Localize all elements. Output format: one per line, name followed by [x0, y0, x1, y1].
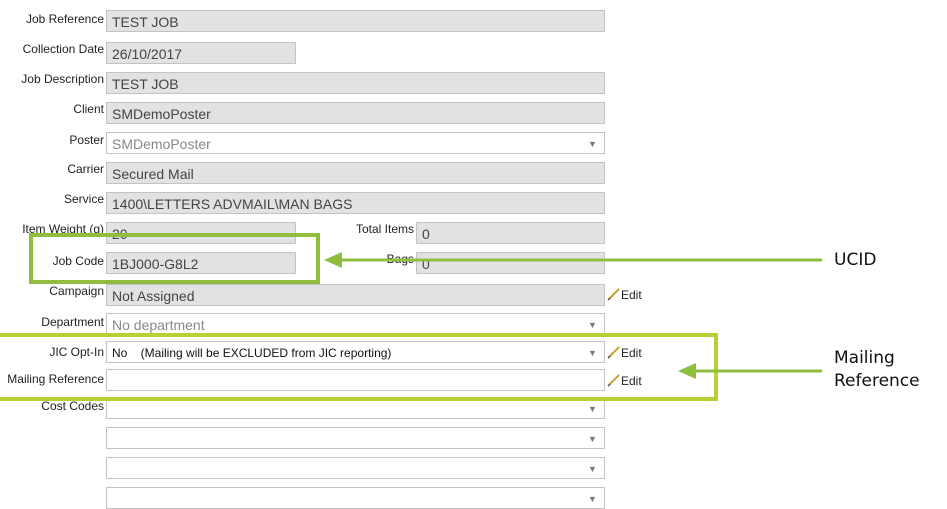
cost-code-select-3[interactable] — [106, 457, 605, 479]
collection-date-label: Collection Date — [22, 42, 104, 56]
chevron-down-icon[interactable]: ▼ — [588, 139, 597, 149]
client-label: Client — [73, 102, 104, 116]
jic-opt-in-edit-link[interactable]: Edit — [607, 345, 642, 360]
poster-label: Poster — [69, 133, 104, 147]
department-label: Department — [41, 315, 104, 329]
campaign-field[interactable]: Not Assigned — [106, 284, 605, 306]
mailing-reference-edit-label: Edit — [621, 374, 642, 388]
mailing-reference-input[interactable] — [106, 369, 605, 391]
jic-opt-in-label: JIC Opt-In — [49, 345, 104, 359]
bags-label: Bags — [386, 252, 414, 266]
total-items-field[interactable]: 0 — [416, 222, 605, 244]
total-items-label: Total Items — [355, 222, 414, 236]
collection-date-field[interactable]: 26/10/2017 — [106, 42, 296, 64]
campaign-label: Campaign — [49, 284, 104, 298]
chevron-down-icon[interactable]: ▼ — [588, 404, 597, 414]
ucid-annotation: UCID — [834, 250, 877, 270]
chevron-down-icon[interactable]: ▼ — [588, 320, 597, 330]
mailing-reference-edit-link[interactable]: Edit — [607, 373, 642, 388]
department-select[interactable]: No department — [106, 313, 605, 335]
client-field[interactable]: SMDemoPoster — [106, 102, 605, 124]
service-field[interactable]: 1400\LETTERS ADVMAIL\MAN BAGS — [106, 192, 605, 214]
cost-code-select-4[interactable] — [106, 487, 605, 509]
mailing-reference-arrowhead — [678, 363, 696, 379]
campaign-edit-label: Edit — [621, 288, 642, 302]
mailing-reference-annotation-line1: Mailing — [834, 348, 895, 368]
carrier-field[interactable]: Secured Mail — [106, 162, 605, 184]
job-description-label: Job Description — [21, 72, 104, 86]
pencil-icon — [607, 346, 620, 359]
job-description-field[interactable]: TEST JOB — [106, 72, 605, 94]
carrier-label: Carrier — [67, 162, 104, 176]
item-weight-label: Item Weight (g) — [22, 222, 104, 236]
jic-opt-in-edit-label: Edit — [621, 346, 642, 360]
cost-codes-label: Cost Codes — [41, 399, 104, 413]
mailing-reference-annotation-line2: Reference — [834, 371, 920, 391]
service-label: Service — [63, 192, 104, 206]
cost-code-select-2[interactable] — [106, 427, 605, 449]
chevron-down-icon[interactable]: ▼ — [588, 464, 597, 474]
chevron-down-icon[interactable]: ▼ — [588, 434, 597, 444]
ucid-arrowhead — [324, 252, 342, 268]
job-code-label: Job Code — [52, 254, 104, 268]
item-weight-field[interactable]: 20 — [106, 222, 296, 244]
job-reference-field[interactable]: TEST JOB — [106, 10, 605, 32]
pencil-icon — [607, 374, 620, 387]
bags-field[interactable]: 0 — [416, 252, 605, 274]
job-reference-label: Job Reference — [25, 12, 104, 26]
cost-code-select-1[interactable] — [106, 397, 605, 419]
campaign-edit-link[interactable]: Edit — [607, 287, 642, 302]
chevron-down-icon[interactable]: ▼ — [588, 348, 597, 358]
poster-select[interactable]: SMDemoPoster — [106, 132, 605, 154]
mailing-reference-label: Mailing Reference — [7, 372, 104, 386]
pencil-icon — [607, 288, 620, 301]
jic-opt-in-select[interactable]: No (Mailing will be EXCLUDED from JIC re… — [106, 341, 605, 363]
job-code-field[interactable]: 1BJ000-G8L2 — [106, 252, 296, 274]
chevron-down-icon[interactable]: ▼ — [588, 494, 597, 504]
